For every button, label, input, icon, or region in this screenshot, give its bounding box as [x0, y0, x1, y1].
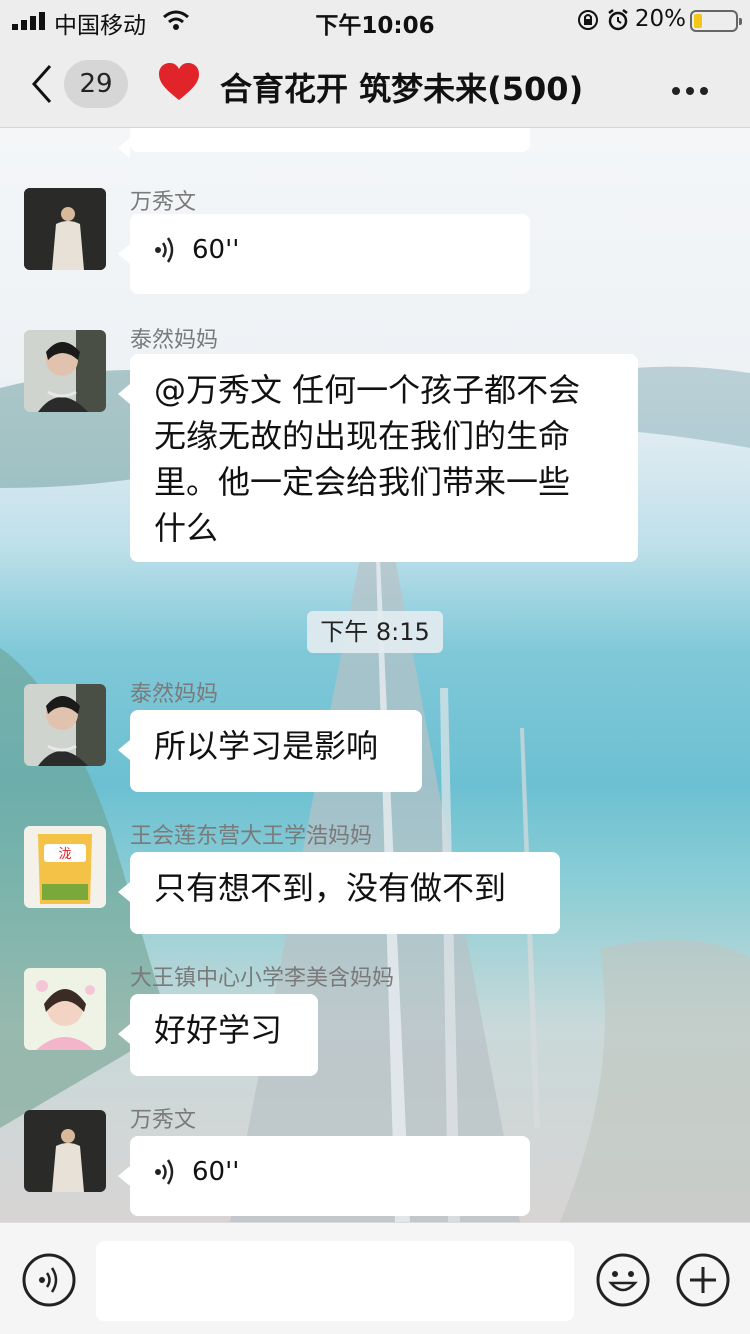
message-input[interactable]: [96, 1241, 574, 1321]
svg-text:泷: 泷: [58, 847, 71, 862]
text-message-bubble[interactable]: @万秀文 任何一个孩子都不会 无缘无故的出现在我们的生命 里。他一定会给我们带来…: [118, 354, 638, 562]
rotation-lock-icon: [578, 10, 598, 30]
plus-icon[interactable]: [676, 1253, 730, 1307]
voice-message-bubble[interactable]: 60'': [118, 214, 530, 294]
battery-icon: [690, 10, 742, 32]
input-bar: [0, 1222, 750, 1334]
chevron-left-icon[interactable]: [30, 64, 54, 104]
text-message-bubble[interactable]: 所以学习是影响: [118, 710, 422, 792]
message-line: @万秀文 任何一个孩子都不会: [154, 371, 581, 409]
time-divider: 下午 8:15: [307, 611, 443, 653]
avatar[interactable]: [24, 330, 106, 412]
sender-name: 泰然妈妈: [130, 328, 219, 353]
alarm-icon: [608, 9, 628, 31]
voice-wave-icon: [155, 237, 174, 263]
message-line: 好好学习: [154, 1011, 283, 1049]
text-message-bubble[interactable]: 好好学习: [118, 994, 318, 1076]
chat-list[interactable]: 万秀文 60'' 泰然妈妈 @万秀文 任何一个孩子都不会 无缘无故的出现在我们的…: [0, 128, 750, 1222]
voice-duration: 60'': [192, 235, 240, 265]
text-message-bubble[interactable]: 只有想不到，没有做不到: [118, 852, 560, 934]
voice-message-bubble[interactable]: 60'': [118, 1136, 530, 1216]
emoji-icon[interactable]: [596, 1253, 650, 1307]
voice-wave-icon: [155, 1159, 174, 1185]
avatar[interactable]: 泷: [24, 826, 106, 908]
message-bubble-partial: [118, 128, 530, 158]
voice-duration: 60'': [192, 1157, 240, 1187]
message-line: 什么: [154, 509, 219, 547]
avatar[interactable]: [24, 968, 106, 1050]
chat-header: 29 合育花开 筑梦未来(500): [0, 40, 750, 128]
avatar[interactable]: [24, 1110, 106, 1192]
voice-input-icon[interactable]: [22, 1253, 76, 1307]
group-title: 合育花开 筑梦未来(500): [220, 70, 584, 108]
status-bar: 中国移动 下午10:06 20%: [0, 0, 750, 40]
sender-name: 王会莲东营大王学浩妈妈: [130, 824, 373, 849]
message-line: 所以学习是影响: [154, 727, 379, 765]
battery-percent: 20%: [634, 6, 686, 32]
sender-name: 万秀文: [130, 190, 197, 215]
sender-name: 大王镇中心小学李美含妈妈: [130, 966, 395, 991]
message-line: 无缘无故的出现在我们的生命: [154, 417, 571, 455]
message-line: 只有想不到，没有做不到: [154, 869, 507, 907]
sender-name: 泰然妈妈: [130, 682, 219, 707]
message-line: 里。他一定会给我们带来一些: [154, 463, 571, 501]
more-icon[interactable]: [672, 80, 714, 99]
avatar[interactable]: [24, 684, 106, 766]
unread-count-badge[interactable]: 29: [64, 60, 128, 108]
avatar[interactable]: [24, 188, 106, 270]
heart-icon: [159, 63, 199, 100]
sender-name: 万秀文: [130, 1108, 197, 1133]
